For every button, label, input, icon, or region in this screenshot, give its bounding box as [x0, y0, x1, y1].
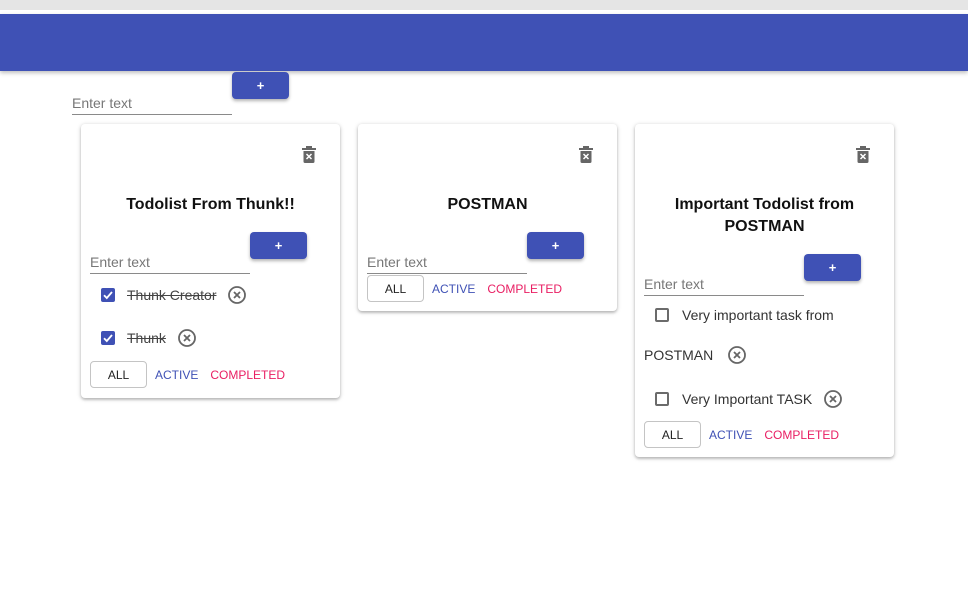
add-task-button[interactable]: +	[250, 232, 307, 259]
todolist-card-2: POSTMAN + ALL ACTIVE COMPLETED	[358, 124, 617, 311]
filter-completed-button[interactable]: COMPLETED	[487, 282, 562, 296]
list-title: Todolist From Thunk!!	[126, 196, 295, 213]
task-input[interactable]	[90, 251, 250, 273]
filter-completed-button[interactable]: COMPLETED	[210, 368, 285, 382]
filter-completed-button[interactable]: COMPLETED	[764, 428, 839, 442]
trash-icon[interactable]	[579, 146, 593, 163]
task-item: Very important task from	[655, 307, 834, 323]
list-title-line-1: Important Todolist from	[674, 196, 855, 213]
checkbox-unchecked-icon[interactable]	[655, 392, 669, 406]
todolist-card-1: Todolist From Thunk!! + Thunk Creator Th…	[81, 124, 340, 398]
close-circle-icon[interactable]	[178, 329, 196, 347]
filter-active-button[interactable]: ACTIVE	[155, 368, 198, 382]
close-circle-icon[interactable]	[728, 346, 747, 364]
filter-bar: ALL ACTIVE COMPLETED	[367, 275, 562, 302]
filter-all-button[interactable]: ALL	[367, 275, 424, 302]
task-field[interactable]	[644, 273, 804, 296]
checkbox-unchecked-icon[interactable]	[655, 308, 669, 322]
todolist-card-3: Important Todolist from POSTMAN + Very i…	[635, 124, 894, 457]
add-task-button[interactable]: +	[804, 254, 861, 281]
app-bar	[0, 14, 968, 71]
checkbox-checked-icon[interactable]	[101, 288, 115, 302]
task-input[interactable]	[367, 251, 527, 273]
task-item-continued: POSTMAN	[644, 346, 747, 364]
filter-active-button[interactable]: ACTIVE	[709, 428, 752, 442]
browser-strip	[0, 0, 968, 10]
task-item: Thunk Creator	[101, 286, 247, 304]
filter-active-button[interactable]: ACTIVE	[432, 282, 475, 296]
list-title-line-2: POSTMAN	[724, 218, 805, 235]
task-input[interactable]	[644, 273, 804, 295]
trash-icon[interactable]	[856, 146, 870, 163]
task-text-continued: POSTMAN	[644, 347, 714, 363]
filter-all-button[interactable]: ALL	[644, 421, 701, 448]
filter-bar: ALL ACTIVE COMPLETED	[644, 421, 839, 448]
add-list-button[interactable]: +	[232, 72, 289, 99]
task-item: Very Important TASK	[655, 390, 843, 408]
list-title: POSTMAN	[447, 196, 528, 213]
close-circle-icon[interactable]	[228, 286, 247, 304]
filter-bar: ALL ACTIVE COMPLETED	[90, 361, 285, 388]
task-text: Very Important TASK	[682, 391, 813, 407]
task-field[interactable]	[367, 251, 527, 274]
trash-icon[interactable]	[302, 146, 316, 163]
task-item: Thunk	[101, 329, 196, 347]
task-text: Thunk Creator	[127, 287, 217, 303]
filter-all-button[interactable]: ALL	[90, 361, 147, 388]
list-title: Important Todolist from POSTMAN	[635, 194, 894, 238]
close-circle-icon[interactable]	[824, 390, 843, 408]
task-field[interactable]	[90, 251, 250, 274]
task-text: Thunk	[127, 330, 166, 346]
checkbox-checked-icon[interactable]	[101, 331, 115, 345]
new-list-field[interactable]	[72, 92, 232, 115]
task-text: Very important task from	[682, 307, 834, 323]
new-list-input[interactable]	[72, 92, 232, 114]
add-task-button[interactable]: +	[527, 232, 584, 259]
